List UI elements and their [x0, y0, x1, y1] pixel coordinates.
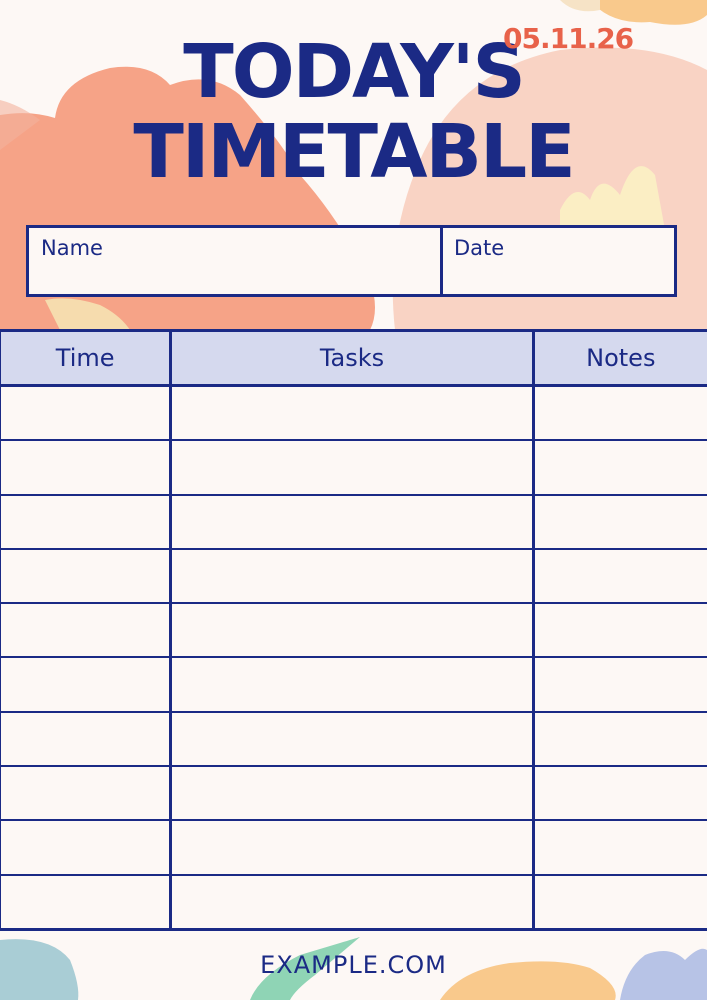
table-row — [0, 602, 707, 659]
task-cell[interactable] — [169, 819, 535, 876]
timetable: Time Tasks Notes — [0, 329, 707, 931]
header-notes: Notes — [531, 329, 707, 387]
notes-cell[interactable] — [531, 819, 707, 876]
page-title-line2: TIMETABLE — [133, 109, 575, 195]
task-cell[interactable] — [169, 602, 535, 659]
yellow-paint-splash-light — [560, 0, 600, 12]
table-row — [0, 873, 707, 931]
time-cell[interactable] — [0, 873, 173, 931]
name-label: Name — [41, 236, 103, 260]
task-cell[interactable] — [169, 493, 535, 550]
table-header-row: Time Tasks Notes — [0, 329, 707, 387]
task-cell[interactable] — [169, 384, 535, 442]
task-cell[interactable] — [169, 656, 535, 713]
task-cell[interactable] — [169, 710, 535, 768]
task-cell[interactable] — [169, 547, 535, 605]
table-row — [0, 384, 707, 442]
table-row — [0, 765, 707, 822]
task-cell[interactable] — [169, 765, 535, 822]
notes-cell[interactable] — [531, 602, 707, 659]
time-cell[interactable] — [0, 710, 173, 768]
date-value[interactable]: 05.11.26 — [503, 22, 634, 55]
time-cell[interactable] — [0, 493, 173, 550]
notes-cell[interactable] — [531, 765, 707, 822]
table-row — [0, 710, 707, 768]
time-cell[interactable] — [0, 656, 173, 713]
header-time: Time — [0, 329, 173, 387]
date-label: Date — [454, 236, 505, 260]
name-date-box: Name Date — [26, 225, 677, 297]
task-cell[interactable] — [169, 873, 535, 931]
footer-website: EXAMPLE.COM — [260, 951, 447, 979]
time-cell[interactable] — [0, 384, 173, 442]
table-row — [0, 547, 707, 605]
time-cell[interactable] — [0, 439, 173, 496]
table-row — [0, 493, 707, 550]
time-cell[interactable] — [0, 819, 173, 876]
notes-cell[interactable] — [531, 384, 707, 442]
notes-cell[interactable] — [531, 710, 707, 768]
notes-cell[interactable] — [531, 493, 707, 550]
time-cell[interactable] — [0, 602, 173, 659]
time-cell[interactable] — [0, 547, 173, 605]
notes-cell[interactable] — [531, 873, 707, 931]
table-row — [0, 656, 707, 713]
name-field[interactable] — [39, 264, 429, 290]
header-tasks: Tasks — [169, 329, 535, 387]
notes-cell[interactable] — [531, 656, 707, 713]
time-cell[interactable] — [0, 765, 173, 822]
task-cell[interactable] — [169, 439, 535, 496]
table-row — [0, 819, 707, 876]
notes-cell[interactable] — [531, 439, 707, 496]
info-divider — [440, 228, 443, 294]
notes-cell[interactable] — [531, 547, 707, 605]
table-row — [0, 439, 707, 496]
